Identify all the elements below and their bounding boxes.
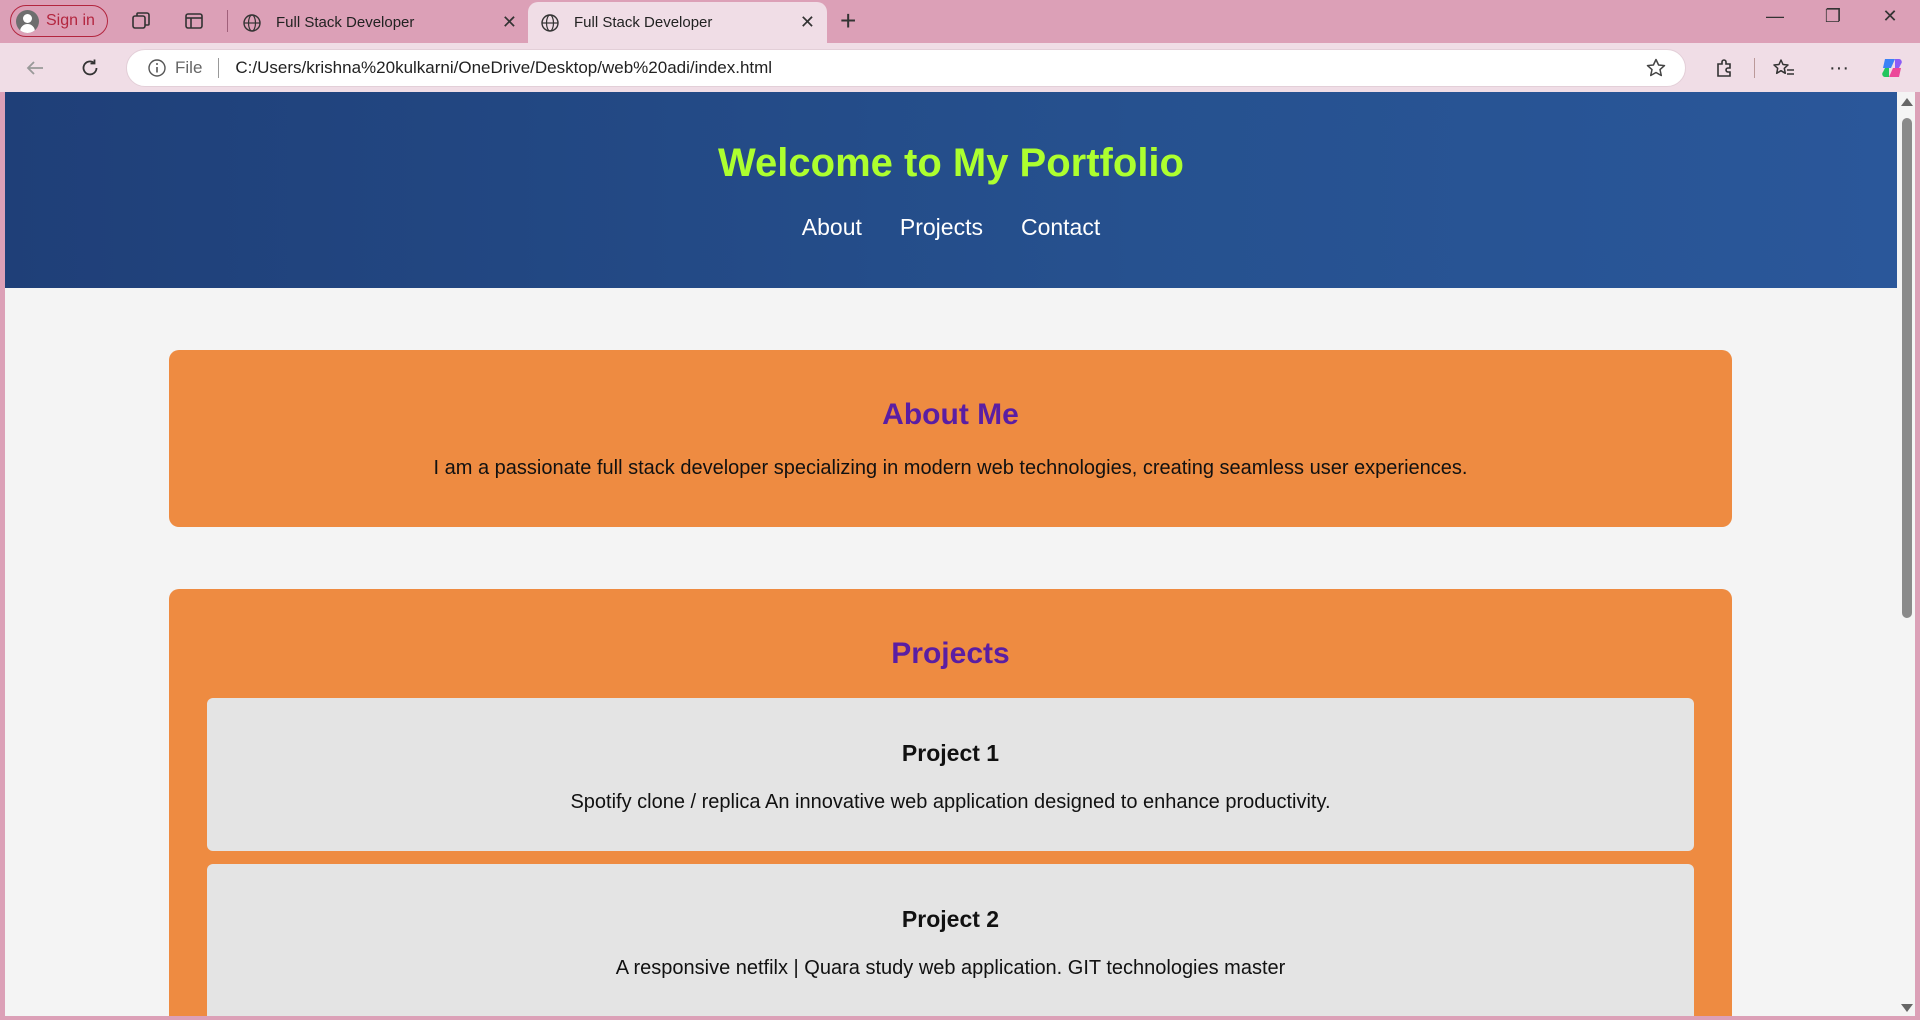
globe-icon: [243, 13, 261, 32]
nav-link-contact[interactable]: Contact: [1021, 214, 1100, 241]
info-icon[interactable]: [147, 58, 167, 78]
sign-in-label: Sign in: [46, 12, 95, 29]
window-close-icon[interactable]: ✕: [1870, 6, 1910, 27]
tab-bar: Sign in Full Stack Developer ✕ Full Stac…: [0, 0, 1920, 43]
project-title: Project 1: [901, 740, 1000, 766]
project-title: Project 2: [901, 906, 1000, 932]
restore-icon[interactable]: ❐: [1813, 6, 1853, 27]
tab-title: Full Stack Developer: [574, 14, 713, 31]
refresh-icon[interactable]: [75, 53, 105, 83]
about-text: I am a passionate full stack developer s…: [433, 457, 1468, 479]
tab-active[interactable]: Full Stack Developer ✕: [528, 2, 827, 43]
back-icon[interactable]: [20, 53, 50, 83]
address-divider: [218, 58, 220, 78]
favorites-icon[interactable]: [1770, 54, 1798, 82]
page-viewport: Welcome to My Portfolio About Projects C…: [5, 92, 1897, 1016]
vertical-scrollbar[interactable]: [1897, 92, 1915, 1016]
tab-inactive[interactable]: Full Stack Developer ✕: [230, 2, 529, 43]
project-card: Project 1 Spotify clone / replica An inn…: [207, 698, 1694, 851]
projects-heading: Projects: [891, 637, 1010, 670]
more-icon[interactable]: ···: [1825, 54, 1853, 82]
profile-avatar-icon: [16, 9, 39, 33]
nav-link-projects[interactable]: Projects: [900, 214, 983, 241]
address-bar[interactable]: File C:/Users/krishna%20kulkarni/OneDriv…: [126, 49, 1686, 87]
site-nav: About Projects Contact: [5, 214, 1897, 241]
site-header: Welcome to My Portfolio About Projects C…: [5, 92, 1897, 288]
browser-toolbar: File C:/Users/krishna%20kulkarni/OneDriv…: [0, 43, 1920, 92]
nav-link-about[interactable]: About: [802, 214, 862, 241]
about-section: About Me I am a passionate full stack de…: [169, 350, 1732, 527]
workspaces-icon[interactable]: [128, 8, 154, 34]
about-heading: About Me: [882, 398, 1019, 431]
sign-in-button[interactable]: Sign in: [10, 5, 108, 37]
minimize-icon[interactable]: —: [1755, 6, 1795, 27]
projects-section: Projects Project 1 Spotify clone / repli…: [169, 589, 1732, 1016]
project-description: A responsive netfilx | Quara study web a…: [615, 957, 1286, 979]
toolbar-divider: [1754, 58, 1755, 78]
scrollbar-thumb[interactable]: [1902, 118, 1912, 618]
tab-actions-icon[interactable]: [181, 8, 207, 34]
scheme-label: File: [175, 58, 203, 77]
copilot-icon[interactable]: [1878, 54, 1906, 82]
scroll-down-arrow-icon[interactable]: [1901, 1004, 1913, 1012]
close-icon[interactable]: ✕: [800, 12, 815, 33]
new-tab-icon[interactable]: +: [840, 7, 856, 35]
site-title: Welcome to My Portfolio: [718, 141, 1184, 185]
project-card: Project 2 A responsive netfilx | Quara s…: [207, 864, 1694, 1016]
scroll-up-arrow-icon[interactable]: [1901, 98, 1913, 106]
tab-title: Full Stack Developer: [276, 14, 415, 31]
close-icon[interactable]: ✕: [502, 12, 517, 33]
project-description: Spotify clone / replica An innovative we…: [570, 791, 1331, 813]
favorite-star-icon[interactable]: [1645, 57, 1667, 79]
url-text[interactable]: C:/Users/krishna%20kulkarni/OneDrive/Des…: [235, 58, 1645, 78]
globe-icon: [541, 13, 559, 32]
tab-divider: [227, 10, 228, 32]
extensions-icon[interactable]: [1710, 54, 1738, 82]
